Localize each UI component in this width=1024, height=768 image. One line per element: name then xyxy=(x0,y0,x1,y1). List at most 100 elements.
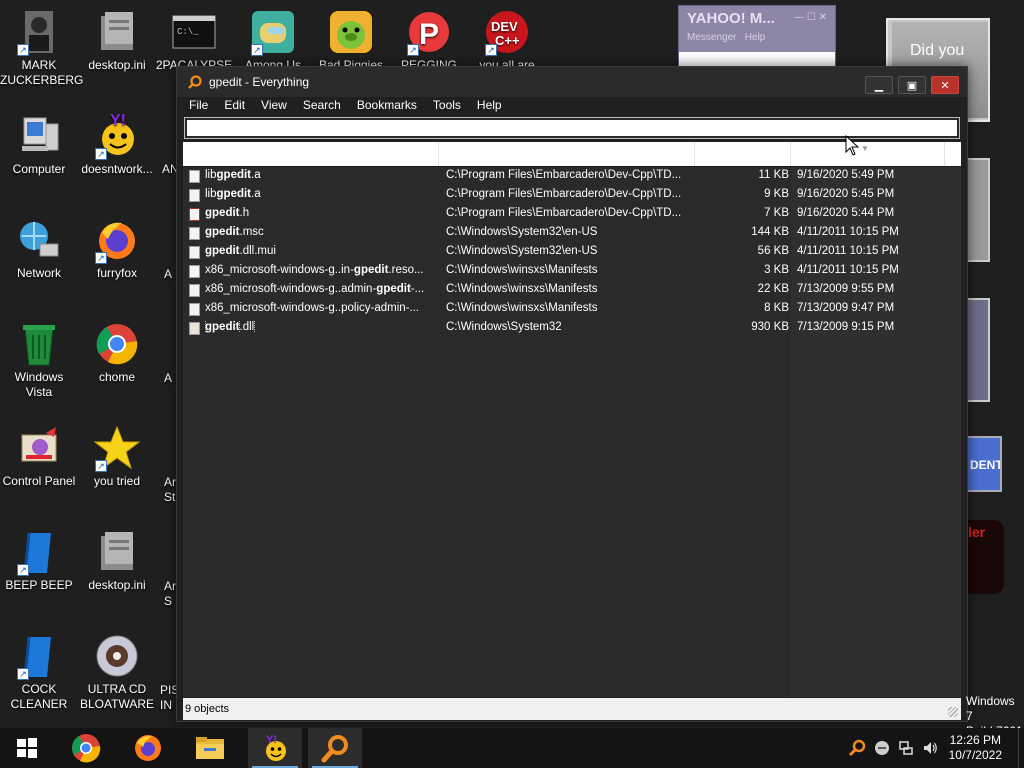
desktop-icon-among-us[interactable]: ↗ Among Us xyxy=(234,8,312,73)
menu-help[interactable]: Help xyxy=(469,97,510,115)
cd-icon xyxy=(93,632,141,680)
result-row[interactable]: x86_microsoft-windows-g..policy-admin-..… xyxy=(183,300,961,319)
start-button[interactable] xyxy=(3,728,51,768)
everything-tray-icon[interactable] xyxy=(848,739,866,757)
desktop-icon-cock-cleaner[interactable]: ↗ COCK CLEANER xyxy=(0,632,78,712)
network-tray-icon[interactable] xyxy=(898,740,914,756)
result-path: C:\Windows\System32\en-US xyxy=(446,226,598,238)
taskbar: Y! 12:26 PM 10/7/2022 xyxy=(0,728,1024,768)
desktop-icon-network[interactable]: Network xyxy=(0,216,78,281)
desktop-icon-beep-beep[interactable]: ↗ BEEP BEEP xyxy=(0,528,78,593)
menu-edit[interactable]: Edit xyxy=(216,97,253,115)
taskbar-chrome[interactable] xyxy=(62,728,110,768)
yahoo-content xyxy=(679,52,835,66)
column-header-name[interactable] xyxy=(183,142,439,166)
name-prefix: x86_microsoft-windows-g..admin- xyxy=(205,283,377,295)
desktop-icon-bad-piggies[interactable]: Bad Piggies xyxy=(312,8,390,73)
desktop-icon-you-all-are[interactable]: DEV C++ ↗ you all are xyxy=(468,8,546,73)
result-name: gpedit.h xyxy=(205,207,441,219)
menu-search[interactable]: Search xyxy=(295,97,349,115)
result-row[interactable]: libgpedit.a C:\Program Files\Embarcadero\… xyxy=(183,167,961,186)
result-date-modified: 9/16/2020 5:45 PM xyxy=(797,188,895,200)
desktop-icon-control-panel[interactable]: Control Panel xyxy=(0,424,78,489)
yahoo-window-controls[interactable]: — ☐ ✕ xyxy=(794,12,827,23)
column-header-path[interactable] xyxy=(439,142,695,166)
desktop-icon-desktop-ini[interactable]: desktop.ini xyxy=(78,8,156,73)
desktop-icon-furryfox[interactable]: ↗ furryfox xyxy=(78,216,156,281)
result-size: 56 KB xyxy=(757,245,789,257)
desktop-icon-desktop-ini-2[interactable]: desktop.ini xyxy=(78,528,156,593)
yahoo-menu: Messenger Help xyxy=(687,32,766,43)
file-icon xyxy=(189,265,200,278)
desktop-icon-2pacalypse[interactable]: C:\_ 2PACALYPSE xyxy=(155,8,233,73)
result-row[interactable]: gpedit.msc C:\Windows\System32\en-US 144 K… xyxy=(183,224,961,243)
result-row[interactable]: x86_microsoft-windows-g..admin-gpedit-..… xyxy=(183,281,961,300)
name-prefix: lib xyxy=(205,188,217,200)
show-desktop-button[interactable] xyxy=(1018,728,1024,768)
result-date-modified: 7/13/2009 9:55 PM xyxy=(797,283,895,295)
recycle-bin-icon xyxy=(15,320,63,368)
column-header-date-modified[interactable]: ▼ xyxy=(791,142,945,166)
menu-bookmarks[interactable]: Bookmarks xyxy=(349,97,425,115)
taskbar-firefox[interactable] xyxy=(124,728,172,768)
desktop-icon-ultra-cd-bloatware[interactable]: ULTRA CD BLOATWARE xyxy=(78,632,156,712)
file-icon xyxy=(189,246,200,259)
result-row[interactable]: gpedit.h C:\Program Files\Embarcadero\Dev… xyxy=(183,205,961,224)
taskbar-file-explorer[interactable] xyxy=(186,728,234,768)
file-icon xyxy=(189,284,200,297)
result-size: 11 KB xyxy=(758,169,789,181)
msc-file-icon xyxy=(189,227,200,240)
menu-view[interactable]: View xyxy=(253,97,295,115)
menu-file[interactable]: File xyxy=(181,97,216,115)
yahoo-messenger-icon: Y! ↗ xyxy=(93,112,141,160)
desktop-icon-windows-vista[interactable]: Windows Vista xyxy=(0,320,78,400)
desktop-icon-label: MARK ZUCKERBERG xyxy=(0,58,84,87)
menu-tools[interactable]: Tools xyxy=(425,97,469,115)
maximize-icon: ▣ xyxy=(906,79,918,92)
desktop-icon-you-tried[interactable]: ↗ you tried xyxy=(78,424,156,489)
search-input[interactable] xyxy=(184,117,960,139)
svg-text:P: P xyxy=(419,18,439,51)
desktop-icon-pegging[interactable]: P ↗ PEGGING xyxy=(390,8,468,73)
mark-zuckerberg-icon: ↗ xyxy=(15,8,63,56)
chrome-icon xyxy=(72,734,101,763)
yahoo-title: YAHOO! M... xyxy=(687,10,775,27)
yahoo-tray-icon[interactable] xyxy=(874,740,890,756)
close-button[interactable]: ✕ xyxy=(931,76,959,94)
maximize-button[interactable]: ▣ xyxy=(898,76,926,94)
taskbar-yahoo-messenger[interactable]: Y! xyxy=(248,728,302,768)
desktop-icon-chome[interactable]: chome xyxy=(78,320,156,385)
desktop-icon-doesntwork[interactable]: Y! ↗ doesntwork... xyxy=(78,112,156,177)
result-row[interactable]: gpedit.dll C:\Windows\System32 930 KB 7/13/… xyxy=(183,319,961,338)
clock[interactable]: 12:26 PM 10/7/2022 xyxy=(949,733,1002,763)
result-date-modified: 4/11/2011 10:15 PM xyxy=(797,264,899,276)
title-bar[interactable]: gpedit - Everything ▁ ▣ ✕ xyxy=(177,67,967,97)
result-row[interactable]: libgpedit.a C:\Program Files\Embarcadero\… xyxy=(183,186,961,205)
result-name: gpedit.dll xyxy=(205,321,441,333)
volume-icon[interactable] xyxy=(922,740,938,756)
result-row[interactable]: x86_microsoft-windows-g..in-gpedit.reso.… xyxy=(183,262,961,281)
file-icon xyxy=(189,170,200,183)
svg-text:Y!: Y! xyxy=(110,113,126,129)
column-header-size[interactable] xyxy=(695,142,791,166)
result-name: x86_microsoft-windows-g..policy-admin-..… xyxy=(205,302,441,314)
results-list[interactable]: libgpedit.a C:\Program Files\Embarcadero\… xyxy=(183,167,961,697)
desktop-icon-mark-zuckerberg[interactable]: ↗ MARK ZUCKERBERG xyxy=(0,8,84,88)
desktop-icon-computer[interactable]: Computer xyxy=(0,112,78,177)
minimize-button[interactable]: ▁ xyxy=(865,76,893,94)
partial-label: Ar S xyxy=(164,579,176,608)
result-size: 9 KB xyxy=(764,188,789,200)
taskbar-everything[interactable] xyxy=(308,728,362,768)
svg-text:C:\_: C:\_ xyxy=(177,27,199,37)
result-size: 7 KB xyxy=(764,207,789,219)
clock-date: 10/7/2022 xyxy=(948,748,1002,762)
name-suffix: .a xyxy=(251,169,261,181)
dent-banner: DENT xyxy=(966,436,1002,492)
result-name: libgpedit.a xyxy=(205,188,441,200)
result-row[interactable]: gpedit.dll.mui C:\Windows\System32\en-US 5… xyxy=(183,243,961,262)
yahoo-messenger-window[interactable]: YAHOO! M... Messenger Help — ☐ ✕ xyxy=(678,5,836,67)
name-match-highlight: gpedit xyxy=(205,245,240,257)
ini-file-icon xyxy=(93,8,141,56)
name-match-highlight: gpedit xyxy=(353,264,389,276)
resize-grip-icon[interactable] xyxy=(948,707,958,717)
